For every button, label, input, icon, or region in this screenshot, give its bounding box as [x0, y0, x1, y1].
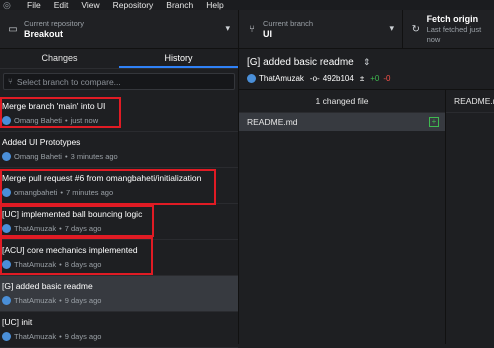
commit-header: [G] added basic readme ⇕ ThatAmuzak -o- … — [239, 49, 494, 90]
branch-compare-input[interactable]: ⑂ Select branch to compare... — [3, 73, 235, 90]
commit-title: [ACU] core mechanics implemented — [2, 245, 138, 255]
commit-list: Merge branch 'main' into UI Omang Baheti… — [0, 96, 238, 348]
commit-row[interactable]: [ACU] core mechanics implemented ThatAmu… — [0, 240, 238, 276]
commit-author: ThatAmuzak — [14, 332, 57, 341]
commit-title: [G] added basic readme — [2, 281, 93, 291]
commit-time: 9 days ago — [64, 296, 102, 305]
avatar — [247, 74, 256, 83]
commit-title: [UC] init — [2, 317, 33, 327]
avatar — [2, 332, 11, 341]
file-name: README.md — [247, 117, 298, 127]
file-row[interactable]: README.md + — [239, 113, 445, 131]
commit-author: omangbaheti — [14, 188, 58, 197]
added-file-icon: + — [429, 117, 439, 127]
menu-file[interactable]: File — [27, 0, 41, 10]
sidebar-tabs: Changes History — [0, 49, 238, 69]
avatar — [2, 296, 11, 305]
commit-title: Merge branch 'main' into UI — [2, 101, 106, 111]
commit-time: just now — [70, 116, 99, 125]
tab-history[interactable]: History — [119, 49, 238, 68]
current-branch-label: Current branch — [263, 18, 314, 28]
last-fetched-label: Last fetched just now — [426, 24, 482, 44]
commit-icon: -o- — [309, 74, 320, 83]
expand-icon[interactable]: ⇕ — [363, 57, 371, 68]
commit-author: ThatAmuzak — [14, 296, 57, 305]
avatar — [2, 224, 11, 233]
avatar — [2, 116, 11, 125]
commit-row[interactable]: Merge branch 'main' into UI Omang Baheti… — [0, 96, 238, 132]
commit-row[interactable]: Added UI Prototypes Omang Baheti • 3 min… — [0, 132, 238, 168]
sidebar: Changes History ⑂ Select branch to compa… — [0, 49, 239, 348]
menu-edit[interactable]: Edit — [54, 0, 69, 10]
menu-help[interactable]: Help — [206, 0, 223, 10]
commit-row[interactable]: [UC] implemented ball bouncing logic Tha… — [0, 204, 238, 240]
commit-time: 9 days ago — [64, 332, 102, 341]
menu-bar: ◎ File Edit View Repository Branch Help — [0, 0, 494, 10]
sync-icon: ↻ — [411, 23, 420, 35]
menu-view[interactable]: View — [81, 0, 99, 10]
commit-detail: [G] added basic readme ⇕ ThatAmuzak -o- … — [239, 49, 494, 344]
avatar — [2, 260, 11, 269]
repository-icon: ▭ — [8, 23, 18, 35]
commit-time: 7 days ago — [64, 224, 102, 233]
toolbar: ▭ Current repository Breakout ▾ ⑂ Curren… — [0, 10, 494, 49]
commit-title: [UC] implemented ball bouncing logic — [2, 209, 143, 219]
commit-sha[interactable]: 492b104 — [323, 74, 354, 83]
commit-row-selected[interactable]: [G] added basic readme ThatAmuzak • 9 da… — [0, 276, 238, 312]
diff-file-header: README.md — [446, 90, 494, 113]
menu-repository[interactable]: Repository — [113, 0, 154, 10]
current-repository-label: Current repository — [24, 18, 85, 28]
commit-row[interactable]: Merge pull request #6 from omangbaheti/i… — [0, 168, 238, 204]
avatar — [2, 152, 11, 161]
avatar — [2, 188, 11, 197]
branch-icon: ⑂ — [8, 77, 13, 86]
current-branch-button[interactable]: ⑂ Current branch UI ▾ — [239, 10, 403, 48]
tab-changes[interactable]: Changes — [0, 49, 119, 68]
commit-detail-author: ThatAmuzak — [259, 74, 304, 83]
branch-icon: ⑂ — [249, 23, 255, 35]
current-repository-button[interactable]: ▭ Current repository Breakout ▾ — [0, 10, 239, 48]
changed-files-panel: 1 changed file README.md + — [239, 90, 446, 344]
changed-files-count: 1 changed file — [239, 90, 445, 113]
menu-branch[interactable]: Branch — [166, 0, 193, 10]
commit-author: Omang Baheti — [14, 152, 62, 161]
commit-author: ThatAmuzak — [14, 260, 57, 269]
current-branch-name: UI — [263, 28, 272, 39]
commit-author: ThatAmuzak — [14, 224, 57, 233]
additions-count: +0 — [370, 74, 380, 83]
branch-compare-placeholder: Select branch to compare... — [16, 76, 121, 87]
commit-author: Omang Baheti — [14, 116, 62, 125]
deletions-count: -0 — [383, 74, 391, 83]
chevron-down-icon: ▾ — [389, 23, 394, 33]
current-repository-name: Breakout — [24, 28, 64, 39]
diff-panel: README.md — [446, 90, 494, 344]
commit-row[interactable]: [UC] init ThatAmuzak • 9 days ago — [0, 312, 238, 348]
commit-title: Added UI Prototypes — [2, 137, 81, 147]
commit-time: 7 minutes ago — [66, 188, 114, 197]
github-logo-icon: ◎ — [3, 0, 11, 10]
fetch-origin-label: Fetch origin — [426, 13, 479, 24]
fetch-origin-button[interactable]: ↻ Fetch origin Last fetched just now — [403, 10, 494, 48]
commit-title: Merge pull request #6 from omangbaheti/i… — [2, 173, 202, 183]
commit-time: 8 days ago — [64, 260, 102, 269]
chevron-down-icon: ▾ — [225, 23, 230, 33]
commit-detail-title: [G] added basic readme — [247, 57, 354, 68]
commit-time: 3 minutes ago — [70, 152, 118, 161]
diff-icon: ± — [359, 74, 365, 83]
